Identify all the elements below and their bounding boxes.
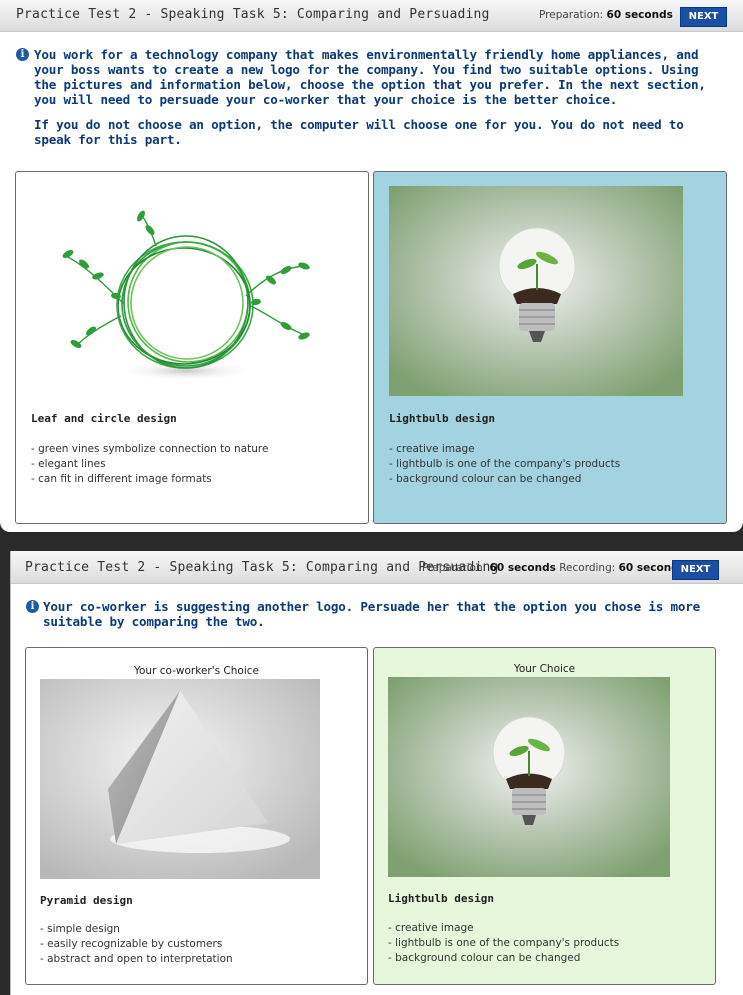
your-option-title: Lightbulb design [388, 892, 494, 905]
bullet-item: - easily recognizable by customers [40, 938, 223, 950]
coworker-option-title: Pyramid design [40, 894, 133, 907]
info-icon: i [26, 600, 39, 613]
coworker-choice-card: Your co-worker's Choice Pyramid design -… [25, 647, 368, 985]
screen-persuade: Practice Test 2 - Speaking Task 5: Compa… [10, 551, 743, 995]
preparation-timer: Preparation: 60 seconds [539, 9, 673, 21]
instruction-note: If you do not choose an option, the comp… [34, 117, 684, 147]
header-bar: Practice Test 2 - Speaking Task 5: Compa… [11, 551, 743, 584]
bullet-item: - creative image [389, 443, 475, 455]
leaf-circle-image [46, 206, 316, 396]
your-choice-card: Your Choice Lightbulb design - creative … [373, 647, 716, 985]
screen-choose-option: Practice Test 2 - Speaking Task 5: Compa… [0, 0, 743, 532]
preparation-label: Preparation: [422, 562, 487, 574]
bullet-item: - simple design [40, 923, 120, 935]
lightbulb-image [389, 186, 683, 396]
bullet-item: - lightbulb is one of the company's prod… [388, 937, 620, 949]
preparation-value: 60 seconds [606, 9, 673, 21]
bullet-item: - can fit in different image formats [31, 473, 212, 485]
pyramid-image [40, 679, 320, 879]
bullet-item: - background colour can be changed [388, 952, 581, 964]
info-icon: i [16, 48, 29, 61]
next-button[interactable]: NEXT [680, 7, 727, 27]
your-bullets: - creative image - lightbulb is one of t… [388, 921, 619, 966]
bullet-item: - abstract and open to interpretation [40, 953, 233, 965]
next-button[interactable]: NEXT [672, 560, 719, 580]
instruction-text: You work for a technology company that m… [34, 47, 706, 107]
header-bar: Practice Test 2 - Speaking Task 5: Compa… [0, 0, 743, 32]
coworker-choice-label: Your co-worker's Choice [133, 665, 259, 677]
bullet-item: - lightbulb is one of the company's prod… [389, 458, 621, 470]
your-choice-label: Your Choice [513, 663, 576, 675]
bullet-item: - elegant lines [31, 458, 106, 470]
bullet-item: - green vines symbolize connection to na… [31, 443, 269, 455]
option-bullets: - creative image - lightbulb is one of t… [389, 442, 620, 487]
coworker-bullets: - simple design - easily recognizable by… [40, 922, 233, 967]
preparation-label: Preparation: [539, 9, 604, 21]
recording-label: Recording: [559, 562, 616, 574]
lightbulb-image [388, 677, 670, 877]
bullet-item: - background colour can be changed [389, 473, 582, 485]
instruction-text: Your co-worker is suggesting another log… [43, 599, 701, 629]
option-bullets: - green vines symbolize connection to na… [31, 442, 268, 487]
page-title: Practice Test 2 - Speaking Task 5: Compa… [16, 7, 490, 22]
option-card-lightbulb[interactable]: Lightbulb design - creative image - ligh… [373, 171, 727, 524]
timers: Preparation: 60 seconds Recording: 60 se… [422, 562, 685, 574]
option-title: Lightbulb design [389, 412, 495, 425]
bullet-item: - creative image [388, 922, 474, 934]
option-title: Leaf and circle design [31, 412, 177, 425]
preparation-value: 60 seconds [489, 562, 556, 574]
option-card-leaf[interactable]: Leaf and circle design - green vines sym… [15, 171, 369, 524]
